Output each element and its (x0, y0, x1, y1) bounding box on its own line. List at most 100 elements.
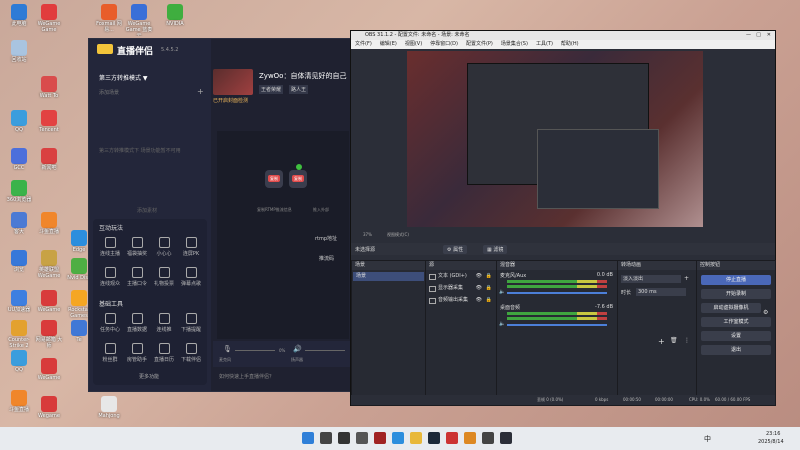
basic-tool-button[interactable]: 下播提醒 (178, 313, 204, 333)
scene-search-input[interactable]: 添加场景 (99, 89, 119, 96)
desktop-icon[interactable]: Mahjong (94, 396, 124, 428)
desktop-icon[interactable]: 网易邮箱 大师 (34, 320, 64, 352)
desktop-icon[interactable]: 360浏览器 (4, 180, 34, 212)
desktop-icon[interactable]: 斗鱼直播 (4, 390, 34, 422)
speaker-icon[interactable]: 🔈 (499, 289, 505, 295)
desktop-icon[interactable]: 回收站 (4, 40, 34, 72)
control-button[interactable]: 工作室模式 (701, 317, 771, 327)
desktop-icon[interactable]: 客大 (4, 212, 34, 244)
basic-tool-button[interactable]: 粉丝群 (97, 343, 123, 363)
stream-cover[interactable] (213, 69, 253, 95)
controls-gear-icon[interactable]: ⚙ (763, 309, 768, 316)
control-button[interactable]: 退出 (701, 345, 771, 355)
source-item[interactable]: 显示器采集 👁 🔒 (426, 282, 496, 294)
interact-tool-button[interactable]: 小心心 (151, 237, 177, 257)
obs-preview[interactable] (407, 51, 703, 227)
ime-indicator[interactable]: 中 (704, 434, 711, 444)
more-features-button[interactable]: 更多功能 (139, 373, 159, 380)
speaker-icon[interactable]: 🔊 (293, 345, 302, 353)
eye-icon[interactable]: 👁 (476, 294, 482, 306)
menu-item[interactable]: 编辑(E) (380, 41, 397, 47)
app-icon-6[interactable] (500, 432, 512, 444)
interact-tool-button[interactable]: 连线观众 (97, 267, 123, 287)
close-icon[interactable]: ✕ (767, 31, 771, 40)
mic-icon[interactable]: 🎙 (223, 345, 232, 353)
app-icon-4[interactable] (464, 432, 476, 444)
menu-item[interactable]: 工具(T) (536, 41, 553, 47)
transition-add-icon[interactable]: + (684, 275, 689, 282)
app-icon-1[interactable] (356, 432, 368, 444)
basic-tool-button[interactable]: 直播日历 (151, 343, 177, 363)
control-button[interactable]: 启动虚拟摄像机 (701, 303, 761, 313)
basic-tool-button[interactable]: 任务中心 (97, 313, 123, 333)
desktop-icon[interactable]: NVIDIA (160, 4, 190, 36)
desktop-icon[interactable]: Wegame (34, 396, 64, 428)
eye-icon[interactable]: 👁 (476, 270, 482, 282)
desktop-icon[interactable]: GCC (4, 148, 34, 180)
duration-input[interactable]: 300 ms (636, 288, 686, 296)
stream-tag-2[interactable]: 路人王 (289, 85, 309, 94)
center-right-button[interactable]: 复制 (289, 170, 307, 188)
control-button[interactable]: 开始录制 (701, 289, 771, 299)
app-icon-5[interactable] (482, 432, 494, 444)
menu-item[interactable]: 文件(F) (355, 41, 372, 47)
basic-tool-button[interactable]: 房管助手 (124, 343, 150, 363)
lock-icon[interactable]: 🔒 (486, 294, 492, 306)
steam-icon[interactable] (428, 432, 440, 444)
mode-dropdown[interactable]: 第三方转推模式 ▼ (99, 73, 148, 82)
source-item[interactable]: 音频输出采集 👁 🔒 (426, 294, 496, 306)
scene-item[interactable]: 场景 (353, 272, 424, 281)
search-icon[interactable] (320, 432, 332, 444)
app-icon-3[interactable] (446, 432, 458, 444)
center-left-button[interactable]: 复制 (265, 170, 283, 188)
filters-button[interactable]: ▦ 滤镜 (483, 245, 508, 254)
desktop-icon[interactable]: 斗鱼直播 (34, 212, 64, 244)
properties-button[interactable]: ⚙ 属性 (443, 245, 468, 254)
clock-time[interactable]: 23:16 (766, 431, 780, 437)
eye-icon[interactable]: 👁 (476, 282, 482, 294)
speaker-icon[interactable]: 🔈 (499, 321, 505, 327)
interact-tool-button[interactable]: 连线主播 (97, 237, 123, 257)
basic-tool-button[interactable]: 下载伴侣 (178, 343, 204, 363)
transition-plus-icon[interactable]: + (658, 337, 665, 346)
taskview-icon[interactable] (338, 432, 350, 444)
transition-select[interactable]: 淡入淡出 (621, 275, 681, 283)
desktop-icon[interactable]: Counter-Strike 2 (4, 320, 34, 352)
desktop-icon[interactable]: WeGame Game 蓝奏云 (124, 4, 154, 36)
stream-title[interactable]: ZywOo：自体清见好的自己 (259, 71, 349, 81)
add-material-button[interactable]: 添加素材 (137, 207, 157, 214)
minimize-icon[interactable]: — (746, 31, 751, 40)
preview-mode[interactable]: 视图模式(C) (387, 232, 409, 238)
menu-item[interactable]: 停靠窗口(D) (430, 41, 458, 47)
zoom-level[interactable]: 37% (363, 232, 372, 237)
interact-tool-button[interactable]: 福袋抽奖 (124, 237, 150, 257)
desktop-icon[interactable]: Foxmail 网易... (94, 4, 124, 36)
mic-slider[interactable] (235, 350, 275, 351)
menu-item[interactable]: 视图(V) (405, 41, 422, 47)
stream-tag-1[interactable]: 王者荣耀 (259, 85, 284, 94)
desktop-icon[interactable]: Watt To (34, 76, 64, 108)
lock-icon[interactable]: 🔒 (486, 270, 492, 282)
desktop-icon[interactable]: QQ (4, 350, 34, 382)
desktop-icon[interactable]: 浏览 (4, 250, 34, 282)
interact-tool-button[interactable]: 主播口令 (124, 267, 150, 287)
desktop-icon[interactable]: 英雄联盟 WeGame (34, 250, 64, 282)
transition-remove-icon[interactable]: 🗑 (670, 337, 678, 344)
clock-date[interactable]: 2025/8/14 (758, 439, 784, 445)
interact-tool-button[interactable]: 连屏PK (178, 237, 204, 257)
control-button[interactable]: 停止直播 (701, 275, 771, 285)
basic-tool-button[interactable]: 直播数据 (124, 313, 150, 333)
speaker-slider[interactable] (305, 350, 345, 351)
menu-item[interactable]: 帮助(H) (561, 41, 579, 47)
control-button[interactable]: 设置 (701, 331, 771, 341)
menu-item[interactable]: 配置文件(P) (466, 41, 493, 47)
desktop-icon[interactable]: WeGame (34, 358, 64, 390)
add-scene-icon[interactable]: + (197, 87, 204, 96)
desktop-icon[interactable]: WeGame (34, 290, 64, 322)
browser-icon[interactable] (392, 432, 404, 444)
desktop-icon[interactable]: WeGame Game (34, 4, 64, 36)
desktop-icon[interactable]: QQ (4, 110, 34, 142)
menu-item[interactable]: 场景集合(S) (501, 41, 528, 47)
basic-tool-button[interactable]: 连线推 (151, 313, 177, 333)
interact-tool-button[interactable]: 礼物投票 (151, 267, 177, 287)
